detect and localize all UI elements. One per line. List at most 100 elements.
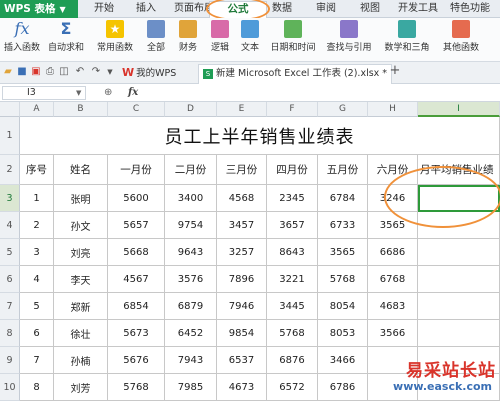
table-cell[interactable]: 5768 (318, 266, 368, 293)
row-header[interactable]: 4 (0, 212, 20, 239)
undo-icon[interactable]: ↶ (74, 66, 86, 78)
common-functions-button[interactable]: ★ 常用函数 (92, 20, 138, 60)
column-header[interactable]: F (267, 102, 318, 117)
table-cell[interactable] (418, 266, 500, 293)
table-cell[interactable]: 刘芳 (54, 374, 108, 401)
table-cell[interactable]: 7896 (217, 266, 267, 293)
table-cell[interactable]: 6879 (165, 293, 217, 320)
row-header[interactable]: 6 (0, 266, 20, 293)
auto-sum-button[interactable]: Σ 自动求和 (46, 20, 86, 60)
column-header[interactable]: I (418, 102, 500, 117)
table-cell[interactable]: 6854 (108, 293, 165, 320)
table-cell[interactable] (418, 293, 500, 320)
table-cell[interactable]: 4683 (368, 293, 418, 320)
column-title-cell[interactable]: 三月份 (217, 155, 267, 185)
table-cell[interactable] (418, 320, 500, 347)
column-header[interactable]: H (368, 102, 418, 117)
table-cell[interactable]: 3657 (267, 212, 318, 239)
row-header[interactable]: 10 (0, 374, 20, 401)
sheet-title-cell[interactable]: 员工上半年销售业绩表 (20, 117, 500, 155)
table-cell[interactable]: 6686 (368, 239, 418, 266)
lookup-button[interactable]: 查找与引用 (322, 20, 376, 60)
row-header[interactable]: 5 (0, 239, 20, 266)
table-cell[interactable]: 3565 (318, 239, 368, 266)
column-header[interactable]: D (165, 102, 217, 117)
fx-icon[interactable]: fx (128, 86, 138, 100)
table-cell[interactable]: 3466 (318, 347, 368, 374)
table-cell[interactable]: 5768 (108, 374, 165, 401)
table-cell[interactable]: 3400 (165, 185, 217, 212)
table-cell[interactable]: 3457 (217, 212, 267, 239)
column-header[interactable]: C (108, 102, 165, 117)
table-cell[interactable]: 6786 (318, 374, 368, 401)
table-cell[interactable]: 5657 (108, 212, 165, 239)
menu-item-special[interactable]: 特色功能 (450, 0, 490, 18)
new-tab-button[interactable]: + (388, 64, 402, 77)
table-cell[interactable]: 6733 (318, 212, 368, 239)
insert-function-button[interactable]: fx 插入函数 (2, 20, 42, 60)
finance-button[interactable]: 财务 (174, 20, 202, 60)
table-cell[interactable]: 9854 (217, 320, 267, 347)
other-functions-button[interactable]: 其他函数 (436, 20, 486, 60)
column-header[interactable]: B (54, 102, 108, 117)
table-cell[interactable]: 7 (20, 347, 54, 374)
menu-item-review[interactable]: 审阅 (316, 0, 336, 18)
table-cell[interactable]: 2 (20, 212, 54, 239)
pdf-icon[interactable]: ▣ (30, 66, 42, 78)
table-cell[interactable]: 3221 (267, 266, 318, 293)
table-cell[interactable]: 9754 (165, 212, 217, 239)
all-functions-button[interactable]: 全部 (142, 20, 170, 60)
table-cell[interactable]: 5600 (108, 185, 165, 212)
table-cell[interactable]: 3 (20, 239, 54, 266)
table-cell[interactable]: 6768 (368, 266, 418, 293)
column-header[interactable]: A (20, 102, 54, 117)
table-cell[interactable]: 4568 (217, 185, 267, 212)
table-cell[interactable]: 6572 (267, 374, 318, 401)
column-header[interactable]: G (318, 102, 368, 117)
column-title-cell[interactable]: 四月份 (267, 155, 318, 185)
math-button[interactable]: 数学和三角 (380, 20, 434, 60)
menu-item-data[interactable]: 数据 (272, 0, 292, 18)
zoom-function-icon[interactable]: ⊕ (104, 86, 112, 100)
preview-icon[interactable]: ◫ (58, 66, 70, 78)
column-title-cell[interactable]: 五月份 (318, 155, 368, 185)
tab-my-wps[interactable]: W 我的WPS (118, 64, 180, 84)
table-cell[interactable]: 5673 (108, 320, 165, 347)
row-header[interactable]: 9 (0, 347, 20, 374)
table-cell[interactable]: 5668 (108, 239, 165, 266)
table-cell[interactable]: 李天 (54, 266, 108, 293)
table-cell[interactable]: 5676 (108, 347, 165, 374)
table-cell[interactable]: 1 (20, 185, 54, 212)
table-cell[interactable]: 7985 (165, 374, 217, 401)
name-box-dropdown-icon[interactable]: ▼ (76, 86, 81, 100)
table-cell[interactable]: 4567 (108, 266, 165, 293)
table-cell[interactable]: 8643 (267, 239, 318, 266)
table-cell[interactable] (418, 239, 500, 266)
save-icon[interactable]: ■ (16, 66, 28, 78)
datetime-button[interactable]: 日期和时间 (266, 20, 320, 60)
table-cell[interactable]: 8054 (318, 293, 368, 320)
print-icon[interactable]: ⎙ (44, 66, 56, 78)
table-cell[interactable]: 3257 (217, 239, 267, 266)
table-cell[interactable]: 6 (20, 320, 54, 347)
table-cell[interactable]: 7946 (217, 293, 267, 320)
table-cell[interactable]: 3576 (165, 266, 217, 293)
wps-app-menu-button[interactable]: WPS 表格 ▼ (0, 0, 78, 18)
tab-workbook[interactable]: S 新建 Microsoft Excel 工作表 (2).xlsx * (198, 64, 393, 84)
open-folder-icon[interactable]: ▰ (2, 66, 14, 78)
row-header[interactable]: 8 (0, 320, 20, 347)
menu-item-view[interactable]: 视图 (360, 0, 380, 18)
select-all-corner[interactable] (0, 102, 20, 117)
row-header[interactable]: 3 (0, 185, 20, 212)
table-cell[interactable]: 5 (20, 293, 54, 320)
menu-item-home[interactable]: 开始 (94, 0, 114, 18)
logic-button[interactable]: 逻辑 (206, 20, 234, 60)
table-cell[interactable]: 3566 (368, 320, 418, 347)
table-cell[interactable]: 5768 (267, 320, 318, 347)
table-cell[interactable]: 7943 (165, 347, 217, 374)
column-title-cell[interactable]: 姓名 (54, 155, 108, 185)
table-cell[interactable]: 6784 (318, 185, 368, 212)
quick-access-more-icon[interactable]: ▼ (104, 66, 116, 78)
table-cell[interactable]: 徐壮 (54, 320, 108, 347)
table-cell[interactable]: 6537 (217, 347, 267, 374)
